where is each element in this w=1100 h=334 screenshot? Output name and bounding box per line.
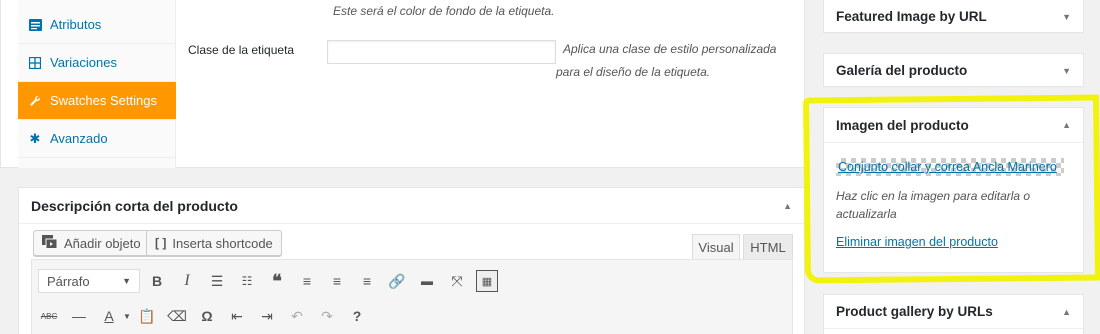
undo-icon[interactable]: ↶	[286, 305, 308, 327]
tab-label: Variaciones	[50, 55, 117, 70]
link-icon[interactable]: 🔗	[386, 270, 408, 292]
read-more-icon[interactable]: ▬	[416, 270, 438, 292]
label-class-input[interactable]	[327, 40, 556, 64]
tab-visual[interactable]: Visual	[692, 234, 740, 260]
media-icon	[42, 234, 58, 252]
product-gallery-urls-title: Product gallery by URLs	[836, 304, 993, 319]
align-left-icon[interactable]: ≡	[296, 270, 318, 292]
product-gallery-title: Galería del producto	[836, 63, 968, 78]
product-data-tabs: Atributos Variaciones Swatches Settings …	[18, 0, 176, 168]
help-icon[interactable]: ?	[346, 305, 368, 327]
collapse-arrow-icon[interactable]: ▲	[783, 201, 792, 211]
product-gallery-box: Galería del producto ▼	[823, 53, 1084, 88]
toolbar-toggle-icon[interactable]: ▦	[476, 270, 498, 292]
expand-arrow-icon[interactable]: ▼	[1062, 66, 1071, 76]
label-class-help-1: Aplica una clase de estilo personalizada	[563, 42, 777, 56]
tab-label: Swatches Settings	[50, 93, 157, 108]
short-description-box: Descripción corta del producto ▲ Añadir …	[18, 187, 805, 334]
short-description-title: Descripción corta del producto	[31, 197, 238, 214]
label-class-label: Clase de la etiqueta	[188, 43, 295, 57]
text-color-dropdown-icon[interactable]: ▼	[116, 305, 138, 327]
format-select[interactable]: Párrafo ▼	[38, 269, 140, 293]
horizontal-line-icon[interactable]: —	[68, 305, 90, 327]
add-media-button[interactable]: Añadir objeto	[33, 230, 150, 256]
chevron-down-icon: ▼	[122, 276, 131, 286]
format-select-value: Párrafo	[47, 273, 90, 289]
grid-icon	[28, 56, 42, 70]
editor-toolbar: Párrafo ▼ B I ☰ ☷ ❝ ≡ ≡ ≡ 🔗 ▬ ⤧ ▦ ABC — …	[31, 259, 793, 334]
tab-avanzado[interactable]: ✱ Avanzado	[18, 120, 176, 158]
indent-icon[interactable]: ⇥	[256, 305, 278, 327]
fullscreen-icon[interactable]: ⤧	[446, 270, 468, 292]
gear-icon: ✱	[29, 130, 41, 146]
insert-shortcode-button[interactable]: [ ] Inserta shortcode	[146, 230, 282, 256]
tab-label: Atributos	[50, 17, 102, 32]
highlight-annotation	[803, 94, 1100, 284]
add-media-label: Añadir objeto	[64, 235, 141, 251]
label-class-help-2: para el diseño de la etiqueta.	[556, 65, 711, 79]
paste-text-icon[interactable]: 📋	[136, 305, 158, 327]
shortcode-icon: [ ]	[155, 236, 167, 250]
bullet-list-icon[interactable]: ☰	[206, 270, 228, 292]
align-center-icon[interactable]: ≡	[326, 270, 348, 292]
bg-color-help: Este será el color de fondo de la etique…	[333, 4, 555, 18]
wrench-icon	[28, 94, 42, 108]
expand-arrow-icon[interactable]: ▼	[1062, 12, 1071, 22]
insert-shortcode-label: Inserta shortcode	[172, 235, 273, 251]
special-character-icon[interactable]: Ω	[196, 305, 218, 327]
tab-label: Avanzado	[50, 131, 108, 146]
numbered-list-icon[interactable]: ☷	[236, 270, 258, 292]
align-right-icon[interactable]: ≡	[356, 270, 378, 292]
tab-atributos[interactable]: Atributos	[18, 6, 176, 44]
product-gallery-urls-box: Product gallery by URLs ▲	[823, 294, 1084, 334]
featured-image-url-header[interactable]: Featured Image by URL ▼	[824, 0, 1083, 34]
product-gallery-urls-header[interactable]: Product gallery by URLs ▲	[824, 295, 1083, 329]
outdent-icon[interactable]: ⇤	[226, 305, 248, 327]
blockquote-icon[interactable]: ❝	[266, 270, 288, 292]
product-gallery-header[interactable]: Galería del producto ▼	[824, 54, 1083, 88]
strikethrough-icon[interactable]: ABC	[38, 305, 60, 327]
list-icon	[28, 18, 42, 32]
tab-swatches-settings[interactable]: Swatches Settings	[18, 82, 176, 120]
tab-html[interactable]: HTML	[743, 234, 793, 260]
featured-image-url-box: Featured Image by URL ▼	[823, 0, 1084, 34]
bold-icon[interactable]: B	[146, 270, 168, 292]
clear-formatting-icon[interactable]: ⌫	[166, 305, 188, 327]
redo-icon[interactable]: ↷	[316, 305, 338, 327]
short-description-header[interactable]: Descripción corta del producto ▲	[19, 188, 804, 224]
italic-icon[interactable]: I	[176, 270, 198, 292]
featured-image-url-title: Featured Image by URL	[836, 9, 987, 24]
tab-variaciones[interactable]: Variaciones	[18, 44, 176, 82]
collapse-arrow-icon[interactable]: ▲	[1062, 307, 1071, 317]
